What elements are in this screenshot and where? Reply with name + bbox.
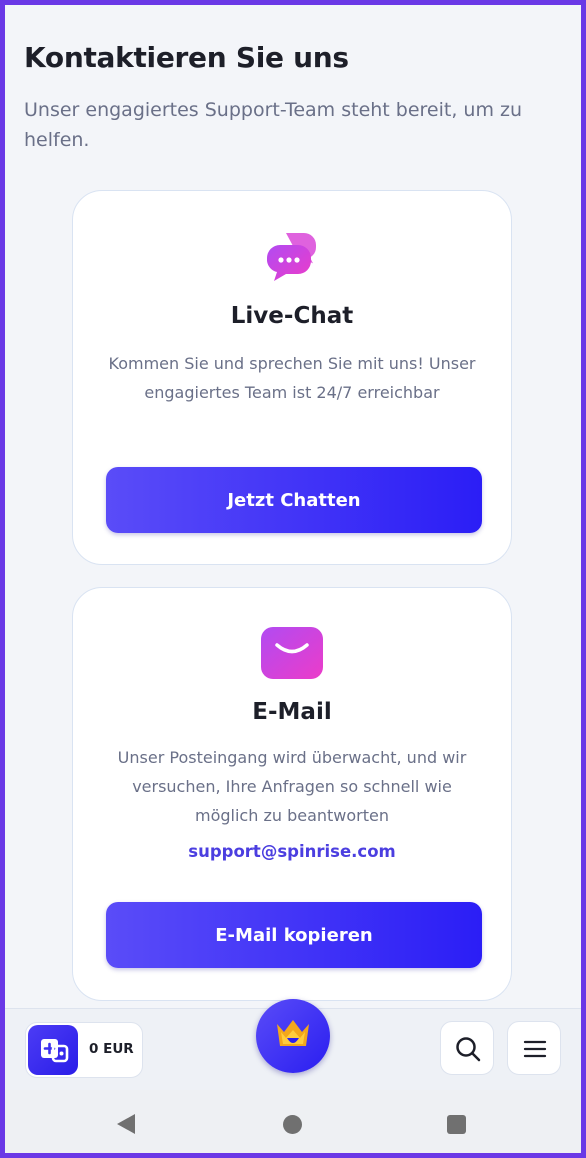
live-chat-description: Kommen Sie und sprechen Sie mit uns! Uns… [108,354,476,402]
live-chat-card: Live-Chat Kommen Sie und sprechen Sie mi… [72,190,512,565]
home-circle-icon[interactable] [283,1115,302,1134]
live-chat-title: Live-Chat [230,303,354,329]
search-icon [456,1037,481,1062]
copy-email-button[interactable]: E-Mail kopieren [106,902,482,968]
search-button[interactable] [440,1021,494,1075]
start-chat-button[interactable]: Jetzt Chatten [106,467,482,533]
email-description: Unser Posteingang wird überwacht, und wi… [117,748,467,825]
system-navigation-bar [5,1090,581,1153]
email-title: E-Mail [252,699,332,725]
chat-bubbles-icon [267,233,316,281]
hamburger-menu-icon [523,1040,547,1058]
menu-button[interactable] [507,1021,561,1075]
page-title: Kontaktieren Sie uns [24,41,349,74]
app-frame: Kontaktieren Sie uns Unser engagiertes S… [0,0,586,1158]
bottom-navigation-bar: 0 EUR [5,999,581,1091]
crown-logo-icon[interactable] [256,999,330,1073]
email-card: E-Mail Unser Posteingang wird überwacht,… [72,587,512,1001]
wallet-add-icon [28,1025,78,1075]
recents-square-icon[interactable] [447,1115,466,1134]
wallet-button[interactable]: 0 EUR [25,1022,143,1078]
page-subtitle: Unser engagiertes Support-Team steht ber… [24,99,523,151]
mail-icon [261,627,323,679]
wallet-balance: 0 EUR [89,1041,134,1057]
back-triangle-icon[interactable] [116,1113,136,1135]
support-email-link[interactable]: support@spinrise.com [73,842,511,861]
contact-page: Kontaktieren Sie uns Unser engagiertes S… [5,5,581,1008]
